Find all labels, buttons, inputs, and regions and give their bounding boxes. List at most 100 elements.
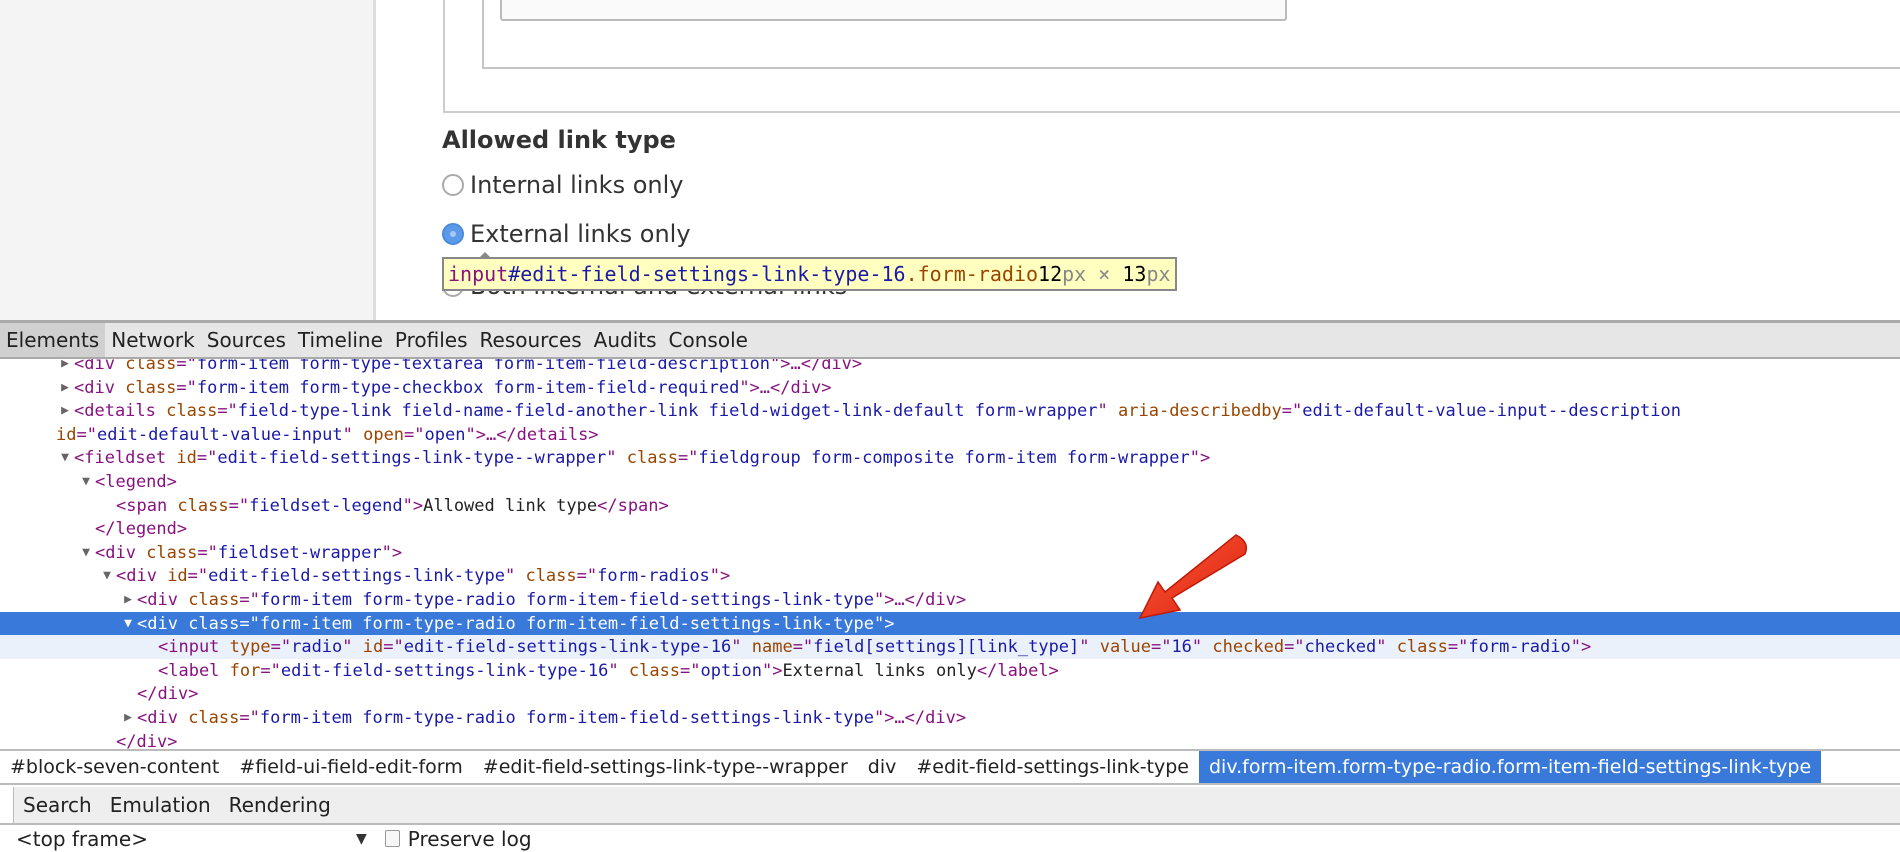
tag-token: =" — [187, 566, 209, 587]
dom-node[interactable]: <label for="edit-field-settings-link-typ… — [0, 659, 1900, 683]
dom-node-markup: <div class="form-item form-type-radio fo… — [137, 588, 966, 612]
tab-elements[interactable]: Elements — [0, 323, 106, 357]
collapse-triangle-icon[interactable]: ▼ — [121, 612, 135, 636]
tag-token: </div> — [116, 731, 178, 749]
dom-node-markup: <div class="fieldset-wrapper"> — [95, 541, 402, 565]
expand-triangle-icon[interactable]: ▶ — [58, 399, 72, 423]
dropdown-arrow-icon[interactable]: ▼ — [356, 831, 367, 847]
tag-token: </span> — [597, 495, 669, 516]
dom-node[interactable]: ▶ <details class="field-type-link field-n… — [0, 399, 1900, 423]
dom-node[interactable]: </legend> — [0, 517, 1900, 541]
dom-node[interactable]: </div> — [0, 682, 1900, 706]
tag-token: <fieldset — [74, 448, 177, 469]
attribute-name: id — [176, 448, 197, 469]
tag-token: =" — [197, 542, 218, 563]
tag-token: =" — [239, 613, 260, 634]
tag-token: <div — [74, 359, 126, 374]
tag-token: "> — [761, 660, 783, 681]
dom-node[interactable]: <span class="fieldset-legend">Allowed li… — [0, 494, 1900, 518]
tag-token: " — [504, 566, 526, 587]
tab-network[interactable]: Network — [105, 323, 201, 357]
tag-token: <div — [74, 377, 126, 398]
breadcrumb-item[interactable]: div — [858, 751, 907, 783]
tag-token: =" — [239, 708, 260, 728]
tag-token: =" — [176, 359, 197, 374]
radio-internal-links[interactable]: Internal links only — [442, 171, 683, 199]
attribute-value: checked — [1304, 637, 1377, 658]
drawer-tab-rendering[interactable]: Rendering — [220, 787, 340, 823]
tab-sources[interactable]: Sources — [201, 323, 292, 357]
expand-triangle-icon[interactable]: ▶ — [121, 588, 135, 612]
attribute-value: edit-field-settings-link-type — [208, 566, 505, 587]
tag-token: =" — [1150, 637, 1172, 658]
dom-node-markup: <div class="form-item form-type-radio fo… — [137, 612, 894, 636]
breadcrumb-item-active[interactable]: div.form-item.form-type-radio.form-item-… — [1199, 751, 1822, 783]
tag-token: " — [1376, 637, 1397, 658]
radio-external-links[interactable]: External links only — [442, 220, 691, 248]
dom-node[interactable]: ▼ <div id="edit-field-settings-link-type"… — [0, 564, 1900, 588]
devtools-panel: Elements Network Sources Timeline Profil… — [0, 320, 1900, 852]
tag-token: " — [1097, 401, 1119, 422]
drawer-tab-search[interactable]: Search — [14, 787, 101, 823]
dom-node[interactable]: ▶ <div class="form-item form-type-checkbo… — [0, 376, 1900, 400]
collapse-triangle-icon[interactable]: ▼ — [79, 470, 93, 494]
dom-node[interactable]: ▼ <div class="fieldset-wrapper"> — [0, 541, 1900, 565]
dom-node[interactable]: ▼ <legend> — [0, 470, 1900, 494]
attribute-name: value — [1099, 637, 1151, 658]
dom-node-selected[interactable]: ▼ <div class="form-item form-type-radio f… — [0, 611, 1900, 636]
collapse-triangle-icon[interactable]: ▼ — [58, 446, 72, 470]
dom-node[interactable]: ▶ <div class="form-item form-type-radio f… — [0, 588, 1900, 612]
tooltip-times: × — [1086, 262, 1123, 286]
tag-token: <div — [137, 613, 189, 634]
attribute-name: class — [125, 377, 177, 398]
breadcrumb: #block-seven-content #field-ui-field-edi… — [0, 749, 1900, 785]
text-input[interactable] — [500, 0, 1287, 21]
attribute-value: form-radio — [1468, 637, 1571, 658]
attribute-name: for — [229, 660, 261, 681]
expand-triangle-icon[interactable]: ▶ — [58, 376, 72, 400]
dom-node-markup: <div class="form-item form-type-textarea… — [74, 359, 862, 376]
tab-timeline[interactable]: Timeline — [292, 323, 389, 357]
dom-node[interactable]: <input type="radio" id="edit-field-setti… — [0, 635, 1900, 660]
attribute-name: checked — [1212, 637, 1285, 658]
breadcrumb-item[interactable]: #field-ui-field-edit-form — [229, 751, 472, 783]
tag-token: <input — [158, 637, 230, 658]
radio-button[interactable] — [442, 174, 464, 196]
tag-token: =" — [1447, 637, 1469, 658]
tab-resources[interactable]: Resources — [474, 323, 588, 357]
drawer-tab-console[interactable] — [0, 787, 14, 823]
attribute-name: class — [146, 542, 198, 563]
tag-token: =" — [217, 401, 238, 422]
tag-token: " — [342, 424, 364, 445]
tag-token: =" — [1281, 401, 1303, 422]
expand-triangle-icon[interactable]: ▶ — [121, 706, 135, 730]
drawer-tab-emulation[interactable]: Emulation — [101, 787, 220, 823]
tab-profiles[interactable]: Profiles — [389, 323, 474, 357]
dom-node-markup: </div> — [116, 730, 177, 749]
breadcrumb-item[interactable]: #edit-field-settings-link-type — [906, 751, 1199, 783]
breadcrumb-item[interactable]: #block-seven-content — [0, 751, 229, 783]
attribute-name: class — [125, 359, 177, 374]
frame-select[interactable]: <top frame> — [16, 827, 356, 851]
dom-node[interactable]: ▶ <div class="form-item form-type-radio f… — [0, 706, 1900, 730]
attribute-value: edit-field-settings-link-type--wrapper — [217, 448, 607, 469]
dom-node-markup: <span class="fieldset-legend">Allowed li… — [116, 494, 669, 518]
tab-audits[interactable]: Audits — [588, 323, 663, 357]
attribute-value: fieldgroup form-composite form-item form… — [698, 448, 1190, 469]
tag-token: ">…</details> — [465, 424, 599, 445]
dom-node-markup: <legend> — [95, 470, 177, 494]
radio-button-checked[interactable] — [442, 223, 464, 245]
expand-triangle-icon[interactable]: ▶ — [58, 359, 72, 376]
collapse-triangle-icon[interactable]: ▼ — [79, 541, 93, 565]
tag-token: =" — [792, 637, 814, 658]
collapse-triangle-icon[interactable]: ▼ — [100, 564, 114, 588]
breadcrumb-item[interactable]: #edit-field-settings-link-type--wrapper — [473, 751, 858, 783]
dom-node[interactable]: id="edit-default-value-input" open="open… — [0, 423, 1900, 447]
dom-node[interactable]: </div> — [0, 730, 1900, 749]
preserve-log-checkbox[interactable] — [384, 830, 400, 847]
dom-node-markup: <input type="radio" id="edit-field-setti… — [158, 635, 1591, 659]
dom-node[interactable]: ▶ <div class="form-item form-type-textare… — [0, 359, 1900, 376]
tab-console[interactable]: Console — [663, 323, 754, 357]
dom-node[interactable]: ▼ <fieldset id="edit-field-settings-link-… — [0, 446, 1900, 470]
dom-node-markup: <div class="form-item form-type-radio fo… — [137, 706, 966, 730]
